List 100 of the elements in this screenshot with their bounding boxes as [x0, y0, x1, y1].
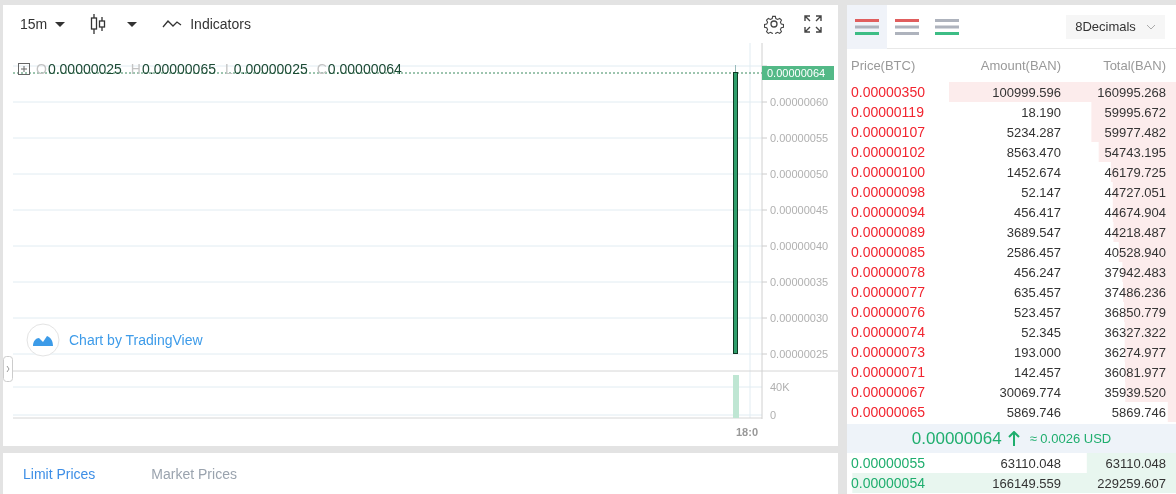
price-label: 0.00000030: [770, 311, 829, 325]
amount-cell-text: 52.147: [1020, 184, 1061, 200]
total-cell-text: 36274.977: [1103, 344, 1166, 360]
price-label: 0.00000040: [770, 239, 829, 253]
expand-icon[interactable]: [18, 63, 30, 75]
column-header: Total(BAN): [1102, 58, 1166, 73]
price-cell[interactable]: 0.00000076: [851, 304, 951, 320]
legend-label: O: [36, 61, 47, 77]
price-cell[interactable]: 0.00000098: [851, 184, 951, 200]
total-cell-text: 46179.725: [1103, 164, 1166, 180]
amount-cell-text: 193.000: [1013, 344, 1061, 360]
amount-cell-text: 52.345: [1020, 324, 1061, 340]
total-cell-text: 5869.746: [1110, 404, 1166, 420]
amount-cell-text: 5234.287: [1005, 124, 1061, 140]
price-cell[interactable]: 0.00000073: [851, 344, 951, 360]
amount-cell-text: 456.417: [1013, 204, 1061, 220]
legend-label: H: [130, 61, 141, 77]
price-label: 0.00000035: [770, 275, 829, 289]
price-cell[interactable]: 0.00000071: [851, 364, 951, 380]
legend-label: L: [224, 61, 233, 77]
amount-cell-text: 1452.674: [1005, 164, 1061, 180]
tradingview-logo-icon[interactable]: [26, 323, 60, 357]
order-book-layout-icon: [935, 18, 959, 35]
amount-cell-text: 456.247: [1013, 264, 1061, 280]
price-cell[interactable]: 0.00000350: [851, 84, 951, 100]
legend-value: 0.00000025: [47, 61, 122, 77]
usd-value: ≈ 0.0026 USD: [1029, 431, 1112, 446]
amount-cell-text: 100999.596: [991, 84, 1061, 100]
collapse-handle-icon[interactable]: [3, 356, 13, 382]
total-cell-text: 44727.051: [1103, 184, 1166, 200]
total-cell-text: 35939.520: [1103, 384, 1166, 400]
volume-bar: [733, 375, 739, 418]
tab[interactable]: Market Prices: [151, 465, 237, 482]
price-label: 0.00000050: [770, 167, 829, 181]
total-cell-text: 44218.487: [1103, 224, 1166, 240]
candlestick-icon: [90, 14, 108, 34]
amount-cell-text: 142.457: [1013, 364, 1061, 380]
column-header: Amount(BAN): [979, 58, 1061, 73]
view-mode-button[interactable]: [847, 4, 887, 49]
settings-icon[interactable]: [764, 14, 784, 34]
price-cell[interactable]: 0.00000077: [851, 284, 951, 300]
price-cell[interactable]: 0.00000054: [851, 475, 951, 491]
amount-cell-text: 166149.559: [991, 475, 1061, 491]
amount-cell-text: 2586.457: [1005, 244, 1061, 260]
total-cell-text: 44674.904: [1103, 204, 1166, 220]
interval-dropdown[interactable]: 15m: [20, 12, 66, 36]
price-cell[interactable]: 0.00000085: [851, 244, 951, 260]
line-chart-icon: [162, 19, 183, 29]
column-header: Price(BTC): [851, 58, 917, 73]
volume-label: 0: [770, 408, 777, 422]
price-label: 0.00000025: [770, 347, 829, 361]
price-cell[interactable]: 0.00000100: [851, 164, 951, 180]
price-cell[interactable]: 0.00000067: [851, 384, 951, 400]
total-cell-text: 59977.482: [1103, 124, 1166, 140]
total-cell-text: 40528.940: [1103, 244, 1166, 260]
legend-value: 0.00000064: [327, 61, 402, 77]
total-cell-text: 229259.607: [1096, 475, 1166, 491]
tab[interactable]: Limit Prices: [23, 465, 96, 482]
amount-cell-text: 635.457: [1013, 284, 1061, 300]
total-cell-text: 37486.236: [1103, 284, 1166, 300]
order-book-layout-icon: [895, 18, 919, 35]
total-cell-text: 36081.977: [1103, 364, 1166, 380]
last-price: 0.00000064: [911, 428, 1002, 449]
decimals-dropdown[interactable]: 8Decimals: [1066, 14, 1165, 39]
attribution-link[interactable]: Chart by TradingView: [69, 332, 203, 348]
total-cell-text: 36850.779: [1103, 304, 1166, 320]
order-book-layout-icon: [855, 18, 879, 35]
price-cell[interactable]: 0.00000065: [851, 404, 951, 420]
caret-icon: [127, 21, 138, 27]
price-cell[interactable]: 0.00000119: [851, 104, 951, 120]
amount-cell-text: 5869.746: [1005, 404, 1061, 420]
volume-label: 40K: [770, 380, 790, 394]
time-label: 18:0: [736, 426, 759, 438]
total-cell-text: 54743.195: [1103, 144, 1166, 160]
amount-cell-text: 63110.048: [999, 455, 1061, 471]
indicators-button[interactable]: Indicators: [162, 12, 251, 36]
amount-cell-text: 18.190: [1020, 104, 1061, 120]
price-cell[interactable]: 0.00000074: [851, 324, 951, 340]
price-label: 0.00000055: [770, 131, 829, 145]
total-cell-text: 160995.268: [1096, 84, 1166, 100]
legend-label: C: [316, 61, 327, 77]
chart-type-dropdown[interactable]: [90, 12, 138, 36]
price-label: 0.00000045: [770, 203, 829, 217]
amount-cell-text: 8563.470: [1005, 144, 1061, 160]
total-cell-text: 63110.048: [1104, 455, 1166, 471]
amount-cell-text: 3689.547: [1005, 224, 1061, 240]
price-cell[interactable]: 0.00000102: [851, 144, 951, 160]
price-cell[interactable]: 0.00000089: [851, 224, 951, 240]
chevron-down-icon: [1145, 23, 1156, 30]
up-arrow-icon: [1007, 430, 1020, 447]
total-cell-text: 36327.322: [1103, 324, 1166, 340]
price-cell[interactable]: 0.00000078: [851, 264, 951, 280]
price-cell[interactable]: 0.00000107: [851, 124, 951, 140]
price-cell[interactable]: 0.00000094: [851, 204, 951, 220]
last-price-tag: 0.00000064: [762, 66, 834, 80]
total-cell-text: 37942.483: [1103, 264, 1166, 280]
price-cell[interactable]: 0.00000055: [851, 455, 951, 471]
amount-cell-text: 30069.774: [998, 384, 1061, 400]
fullscreen-icon[interactable]: [804, 15, 822, 33]
legend-value: 0.00000025: [233, 61, 308, 77]
